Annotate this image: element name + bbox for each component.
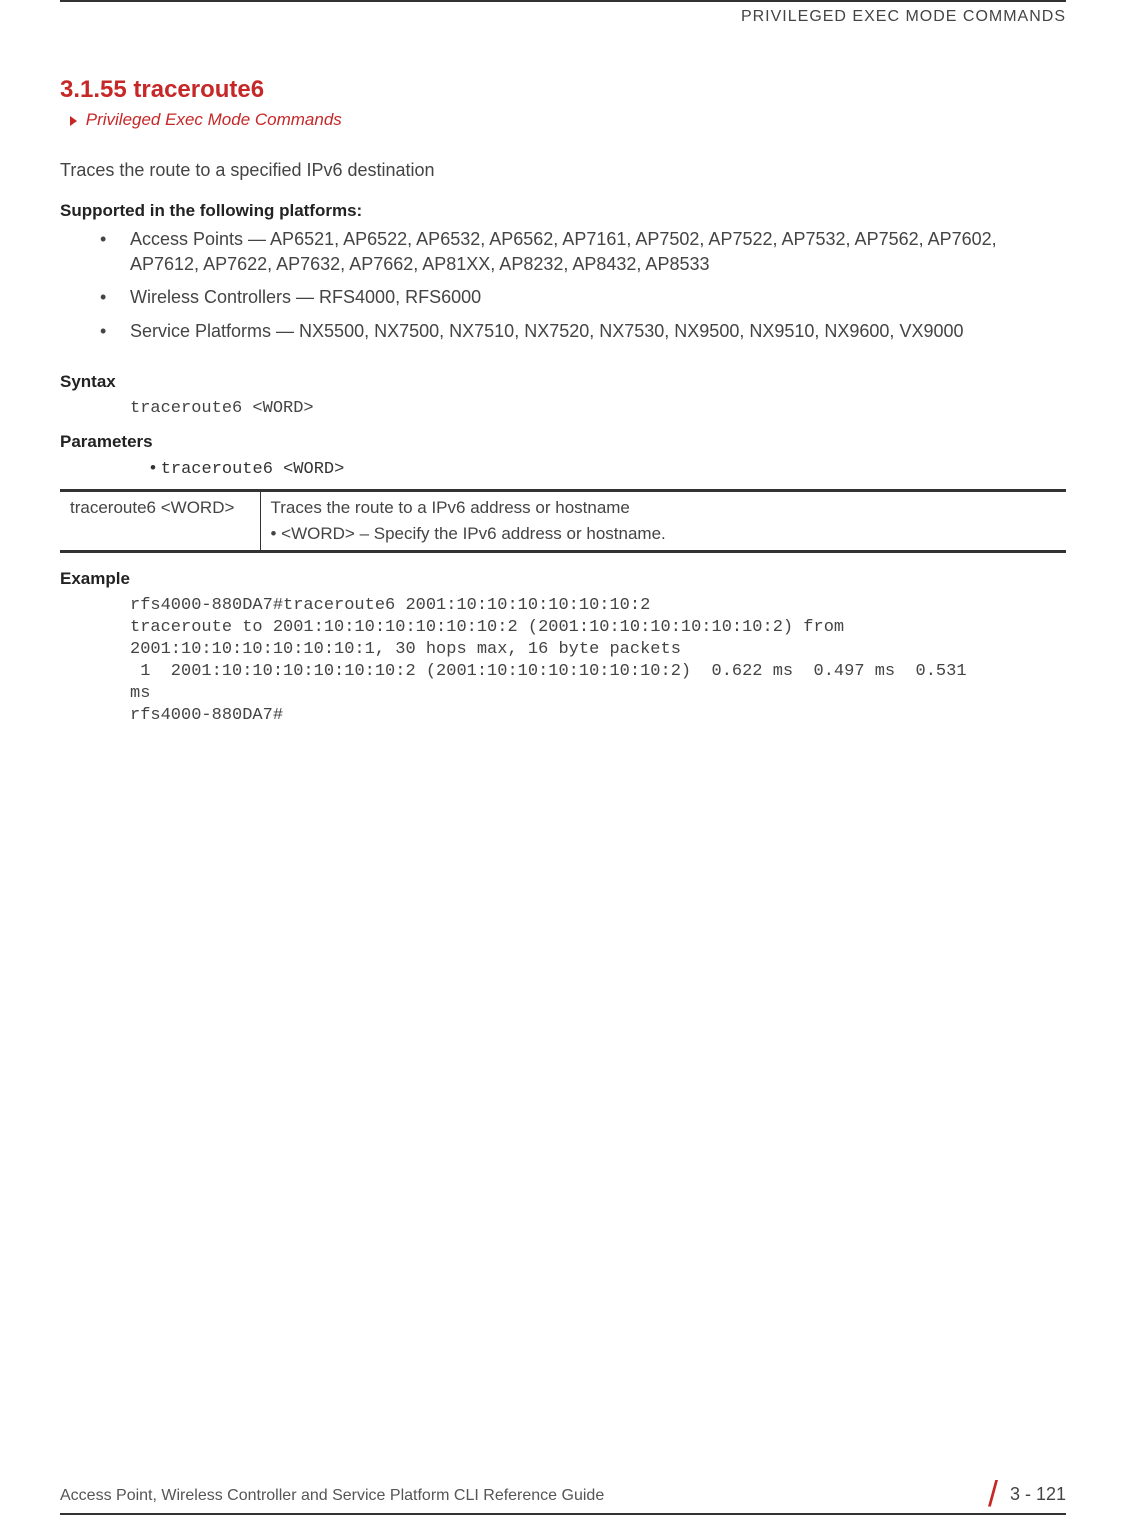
chapter-title: PRIVILEGED EXEC MODE COMMANDS: [741, 8, 1066, 25]
supported-heading: Supported in the following platforms:: [60, 201, 1066, 221]
breadcrumb-text: Privileged Exec Mode Commands: [86, 110, 342, 129]
arrow-right-icon: [70, 116, 77, 126]
parameters-heading: Parameters: [60, 432, 1066, 452]
syntax-code: traceroute6 <WORD>: [130, 398, 1066, 420]
footer-left: Access Point, Wireless Controller and Se…: [60, 1487, 604, 1505]
page-header: PRIVILEGED EXEC MODE COMMANDS: [60, 0, 1066, 26]
page-footer: Access Point, Wireless Controller and Se…: [60, 1483, 1066, 1515]
param-desc-line2: • <WORD> – Specify the IPv6 address or h…: [271, 524, 1057, 544]
list-item: Wireless Controllers — RFS4000, RFS6000: [60, 285, 1066, 310]
section-description: Traces the route to a specified IPv6 des…: [60, 160, 1066, 181]
syntax-heading: Syntax: [60, 372, 1066, 392]
supported-list: Access Points — AP6521, AP6522, AP6532, …: [60, 227, 1066, 352]
param-name-cell: traceroute6 <WORD>: [60, 490, 260, 551]
example-code: rfs4000-880DA7#traceroute6 2001:10:10:10…: [130, 595, 1066, 728]
example-heading: Example: [60, 569, 1066, 589]
list-item: Service Platforms — NX5500, NX7500, NX75…: [60, 319, 1066, 344]
list-item: Access Points — AP6521, AP6522, AP6532, …: [60, 227, 1066, 277]
breadcrumb[interactable]: Privileged Exec Mode Commands: [70, 110, 1066, 130]
param-desc-cell: Traces the route to a IPv6 address or ho…: [260, 490, 1066, 551]
parameters-bullet: • traceroute6 <WORD>: [150, 458, 1066, 479]
parameters-table: traceroute6 <WORD> Traces the route to a…: [60, 489, 1066, 553]
param-desc-line1: Traces the route to a IPv6 address or ho…: [271, 498, 1057, 518]
footer-right: / 3 - 121: [988, 1483, 1066, 1505]
page-number: 3 - 121: [1010, 1484, 1066, 1505]
table-row: traceroute6 <WORD> Traces the route to a…: [60, 490, 1066, 551]
section-title: 3.1.55 traceroute6: [60, 76, 1066, 104]
slash-icon: /: [988, 1483, 998, 1505]
